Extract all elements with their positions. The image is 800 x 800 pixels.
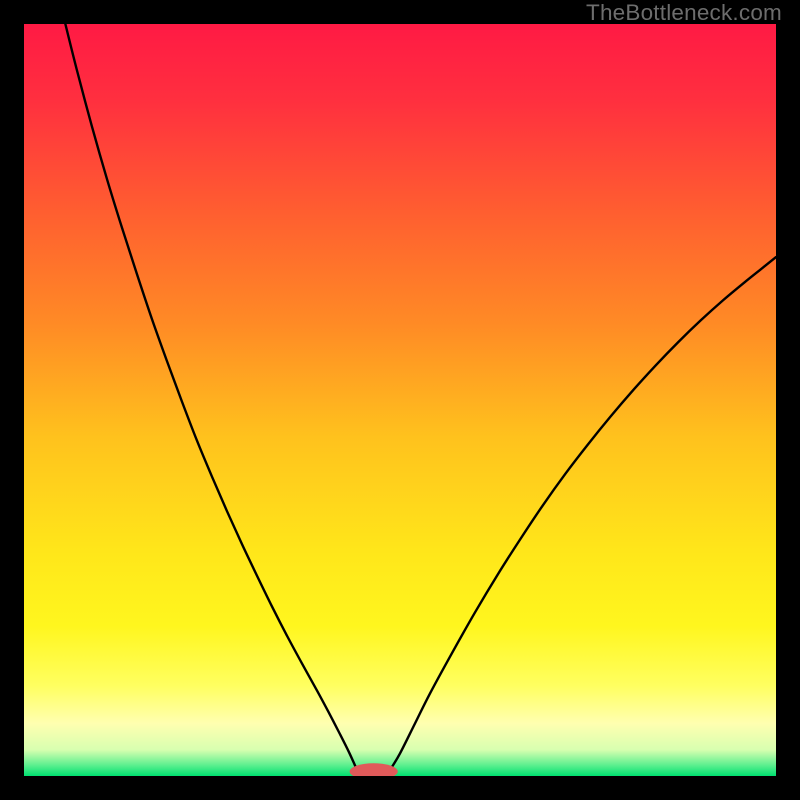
chart-background (24, 24, 776, 776)
bottleneck-chart (24, 24, 776, 776)
watermark-text: TheBottleneck.com (586, 0, 782, 26)
chart-frame (24, 24, 776, 776)
